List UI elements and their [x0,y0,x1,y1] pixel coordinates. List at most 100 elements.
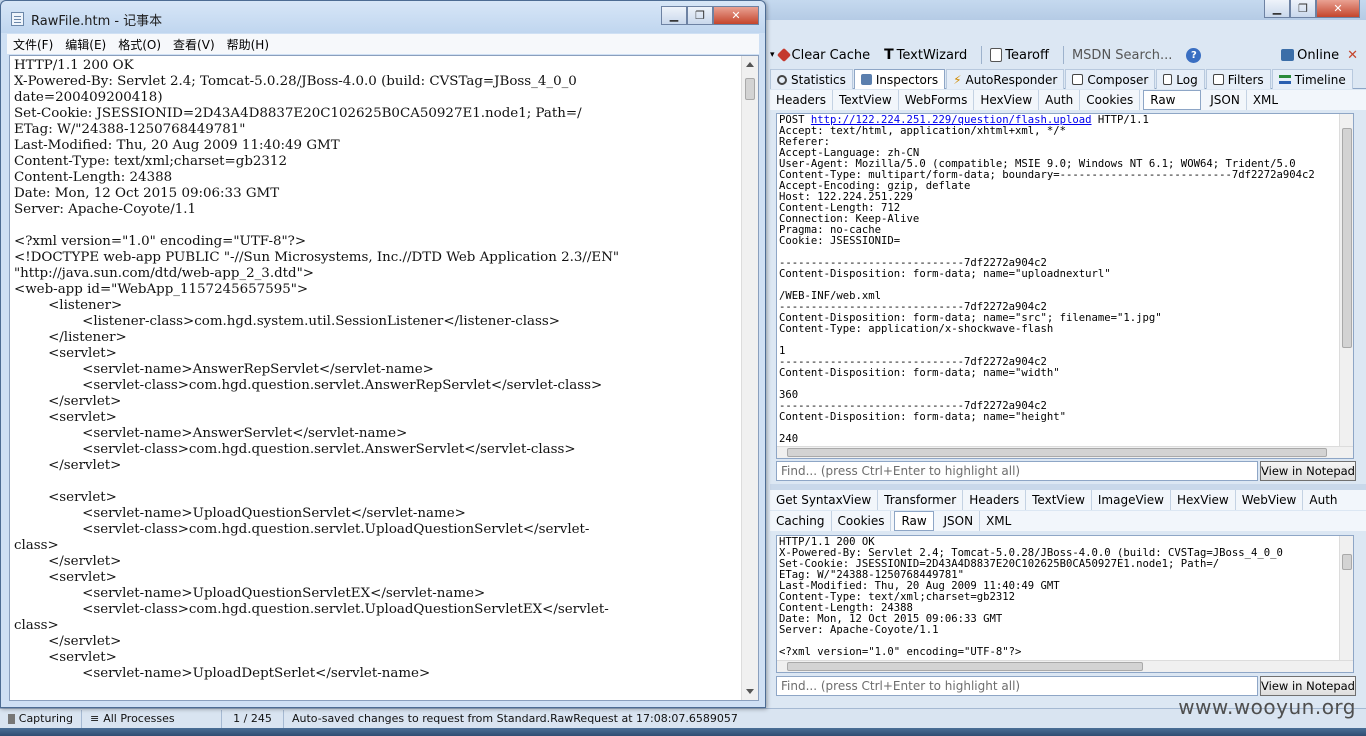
request-inspector-tabs: Headers TextView WebForms HexView Auth C… [770,90,1366,110]
request-tab-json[interactable]: JSON [1204,90,1247,110]
request-tab-hexview[interactable]: HexView [974,90,1040,110]
response-tab-hexview[interactable]: HexView [1171,490,1236,510]
toolbar-separator [1062,46,1064,64]
notepad-vertical-scrollbar[interactable] [741,56,758,700]
scroll-up-arrow-icon[interactable] [746,62,754,67]
clear-cache-button[interactable]: Clear Cache [776,47,871,63]
request-find-input[interactable]: Find... (press Ctrl+Enter to highlight a… [776,461,1258,481]
tab-statistics[interactable]: Statistics [770,69,853,89]
process-filter[interactable]: ≡ All Processes [82,709,222,728]
tab-label: Log [1176,72,1198,87]
request-tab-textview[interactable]: TextView [833,90,899,110]
autoresponder-icon: ⚡ [953,72,962,87]
response-tab-textview[interactable]: TextView [1026,490,1092,510]
response-tab-auth[interactable]: Auth [1303,490,1343,510]
response-tab-transformer[interactable]: Transformer [878,490,964,510]
status-message: Auto-saved changes to request from Stand… [292,712,738,725]
response-inspector-tabs-row1: Get SyntaxView Transformer Headers TextV… [770,490,1366,510]
close-toolbar-icon[interactable]: ✕ [1347,48,1358,63]
response-tab-raw[interactable]: Raw [894,511,935,531]
help-icon[interactable]: ? [1186,47,1202,63]
tab-label: Timeline [1294,72,1346,87]
textwizard-button[interactable]: T TextWizard [884,47,967,63]
online-indicator[interactable]: Online [1281,48,1339,63]
tab-timeline[interactable]: Timeline [1271,69,1353,89]
main-tabs: Statistics Inspectors ⚡ AutoResponder Com… [770,69,1366,89]
tab-log[interactable]: Log [1156,69,1205,89]
tab-label: Filters [1227,72,1264,87]
request-tab-raw[interactable]: Raw [1143,90,1202,110]
toolbar-separator [981,46,983,64]
request-tab-webforms[interactable]: WebForms [899,90,975,110]
request-horizontal-scrollbar[interactable] [777,446,1353,458]
request-raw-body: Accept: text/html, application/xhtml+xml… [779,125,1315,445]
toolbar-overflow-icon[interactable]: ▾ [770,50,775,60]
textwizard-label: TextWizard [896,47,968,63]
request-view-in-notepad-button[interactable]: View in Notepad [1260,461,1356,481]
response-tab-cookies[interactable]: Cookies [832,511,892,531]
request-raw-text: POST http://122.224.251.229/question/fla… [777,114,1353,446]
online-label: Online [1297,47,1340,63]
tab-autoresponder[interactable]: ⚡ AutoResponder [946,69,1065,89]
capturing-label: Capturing [18,712,73,725]
clear-cache-label: Clear Cache [791,47,871,63]
capture-icon [8,713,15,724]
tab-inspectors[interactable]: Inspectors [853,69,946,89]
notepad-titlebar[interactable]: RawFile.htm - 记事本 ▁ ❐ ✕ [1,1,765,33]
tab-label: AutoResponder [965,72,1058,87]
tearoff-button[interactable]: Tearoff [990,48,1049,63]
close-button[interactable]: ✕ [1316,0,1360,18]
notepad-close-button[interactable]: ✕ [713,6,759,25]
scroll-down-arrow-icon[interactable] [746,689,754,694]
notepad-maximize-button[interactable]: ❐ [687,6,713,25]
menu-view[interactable]: 查看(V) [167,36,221,53]
response-tab-caching[interactable]: Caching [770,511,832,531]
capturing-toggle[interactable]: Capturing [0,709,82,728]
tab-composer[interactable]: Composer [1065,69,1156,89]
minimize-button[interactable]: ▁ [1264,0,1290,18]
taskbar [0,728,1366,736]
notepad-text-area[interactable]: HTTP/1.1 200 OK X-Powered-By: Servlet 2.… [9,55,759,701]
msdn-search-box[interactable]: MSDN Search... [1072,48,1172,63]
request-tab-cookies[interactable]: Cookies [1080,90,1141,110]
request-vertical-scrollbar[interactable] [1339,114,1353,446]
clear-cache-icon [776,47,791,63]
statistics-icon [777,74,787,85]
response-tab-webview[interactable]: WebView [1236,490,1304,510]
notepad-icon [11,12,24,26]
notepad-content: HTTP/1.1 200 OK X-Powered-By: Servlet 2.… [14,58,620,681]
scrollbar-thumb[interactable] [787,662,1143,671]
scrollbar-thumb[interactable] [745,78,755,100]
notepad-minimize-button[interactable]: ▁ [661,6,687,25]
response-tab-xml[interactable]: XML [980,511,1017,531]
menu-help[interactable]: 帮助(H) [221,36,275,53]
tab-filters[interactable]: Filters [1205,69,1271,89]
tab-label: Composer [1087,72,1149,87]
response-find-input[interactable]: Find... (press Ctrl+Enter to highlight a… [776,676,1258,696]
notepad-title: RawFile.htm - 记事本 [31,14,163,29]
response-view-in-notepad-button[interactable]: View in Notepad [1260,676,1356,696]
response-tab-headers[interactable]: Headers [963,490,1027,510]
response-horizontal-scrollbar[interactable] [777,660,1353,672]
tearoff-label: Tearoff [1005,47,1049,63]
response-tab-json[interactable]: JSON [937,511,981,531]
session-count: 1 / 245 [222,709,284,728]
menu-format[interactable]: 格式(O) [112,36,167,53]
response-vertical-scrollbar[interactable] [1339,536,1353,660]
response-tab-imageview[interactable]: ImageView [1092,490,1171,510]
response-tab-get-syntaxview[interactable]: Get SyntaxView [770,490,879,510]
request-tab-auth[interactable]: Auth [1039,90,1081,110]
scrollbar-thumb[interactable] [787,448,1327,457]
response-raw-view[interactable]: HTTP/1.1 200 OK X-Powered-By: Servlet 2.… [776,535,1354,673]
scrollbar-thumb[interactable] [1342,554,1352,570]
menu-edit[interactable]: 编辑(E) [59,36,112,53]
scrollbar-thumb[interactable] [1342,128,1352,348]
maximize-button[interactable]: ❐ [1290,0,1316,18]
request-tab-xml[interactable]: XML [1247,90,1284,110]
network-icon [1281,49,1295,61]
request-tab-headers[interactable]: Headers [770,90,833,110]
request-find-bar: Find... (press Ctrl+Enter to highlight a… [776,461,1356,483]
fiddler-statusbar: Capturing ≡ All Processes 1 / 245 Auto-s… [0,708,1366,728]
request-raw-view[interactable]: POST http://122.224.251.229/question/fla… [776,113,1354,459]
menu-file[interactable]: 文件(F) [7,36,59,53]
